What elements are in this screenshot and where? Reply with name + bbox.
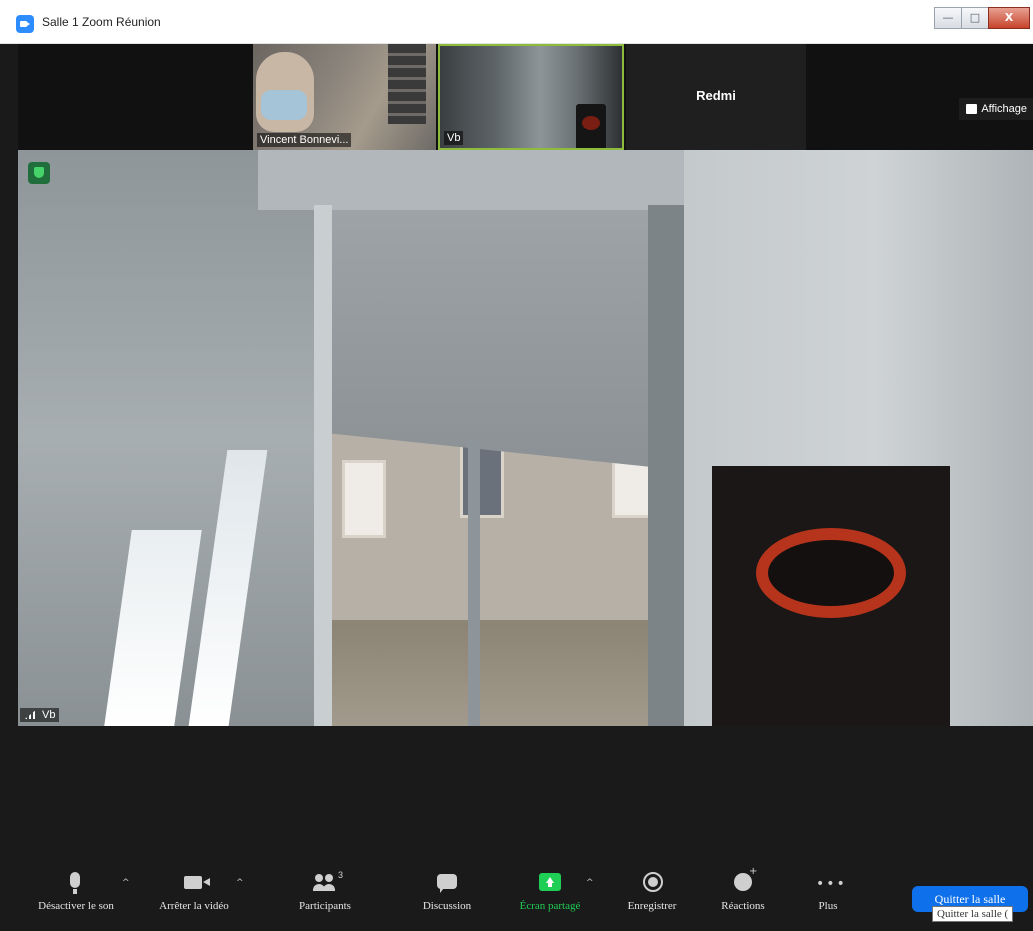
- empty-video-area: [18, 726, 1033, 856]
- close-icon: X: [1004, 11, 1014, 24]
- record-icon: [643, 872, 663, 892]
- reactions-label: Réactions: [721, 900, 765, 912]
- main-video: Vb: [18, 150, 1033, 726]
- maximize-icon: □: [969, 11, 981, 24]
- microphone-icon: [70, 872, 80, 894]
- signal-strength-icon: [25, 709, 37, 719]
- share-screen-icon: [539, 873, 561, 891]
- view-button-label: Affichage: [981, 103, 1027, 115]
- building-window: [342, 460, 386, 538]
- stop-video-button[interactable]: Arrêter la vidéo: [144, 870, 244, 926]
- maximize-button[interactable]: □: [961, 7, 989, 29]
- participant-name: Redmi: [696, 88, 736, 103]
- mute-label: Désactiver le son: [38, 900, 114, 912]
- participants-label: Participants: [299, 900, 351, 912]
- more-dots-icon: •••: [816, 876, 847, 892]
- record-label: Enregistrer: [627, 900, 677, 912]
- more-button[interactable]: ••• Plus: [808, 870, 848, 926]
- poster-eclipse: [756, 528, 906, 618]
- mute-icon-wrap: [56, 870, 96, 896]
- participant-name: Vincent Bonnevi...: [257, 133, 352, 147]
- grid-view-icon: [966, 104, 978, 114]
- participant-thumbnail-redmi[interactable]: Redmi: [626, 44, 806, 150]
- audio-options-chevron-up-icon[interactable]: ^: [122, 878, 130, 888]
- share-screen-button[interactable]: Écran partagé: [502, 870, 598, 926]
- minimize-icon: —: [942, 11, 954, 24]
- participant-face: [256, 52, 314, 132]
- background-shelf: [388, 44, 426, 124]
- active-speaker-label: Vb: [42, 709, 56, 721]
- chat-bubble-icon: [437, 874, 457, 893]
- title-bar: Salle 1 Zoom Réunion — □ X: [0, 0, 1033, 44]
- video-camera-icon: [184, 876, 210, 889]
- participant-name: Vb: [444, 131, 464, 145]
- building-window: [460, 440, 504, 518]
- face-mask: [261, 90, 307, 120]
- share-options-chevron-up-icon[interactable]: ^: [586, 878, 594, 888]
- video-window-frame: [314, 205, 332, 726]
- chat-icon-wrap: [427, 870, 467, 896]
- record-button[interactable]: Enregistrer: [610, 870, 694, 926]
- view-button[interactable]: Affichage: [959, 98, 1033, 120]
- zoom-app-icon: [16, 15, 34, 33]
- reactions-button[interactable]: Réactions: [704, 866, 782, 926]
- more-label: Plus: [818, 900, 838, 912]
- participant-thumbnail-vb[interactable]: Vb: [438, 44, 624, 150]
- active-speaker-name: Vb: [20, 708, 60, 722]
- share-icon-wrap: [530, 870, 570, 896]
- record-icon-wrap: [632, 870, 672, 896]
- video-options-chevron-up-icon[interactable]: ^: [236, 878, 244, 888]
- participants-icon: [313, 874, 337, 892]
- window-title: Salle 1 Zoom Réunion: [42, 15, 161, 29]
- zoom-window: Salle 1 Zoom Réunion — □ X Vincent Bonne…: [0, 0, 1033, 931]
- participants-button[interactable]: 3 Participants: [280, 870, 370, 926]
- share-screen-label: Écran partagé: [519, 900, 581, 912]
- chat-button[interactable]: Discussion: [404, 870, 490, 926]
- participants-icon-wrap: 3: [305, 870, 345, 896]
- reactions-icon-wrap: [723, 866, 763, 896]
- video-roller-blind: [332, 210, 680, 470]
- encryption-shield-icon[interactable]: [28, 162, 50, 184]
- window-controls: — □ X: [934, 7, 1030, 29]
- video-window-frame: [648, 205, 684, 726]
- meeting-toolbar: Désactiver le son ^ Arrêter la vidéo ^ 3…: [18, 856, 1033, 931]
- participant-thumbnail-vincent[interactable]: Vincent Bonnevi...: [253, 44, 436, 150]
- participants-count: 3: [338, 870, 344, 880]
- mute-button[interactable]: Désactiver le son: [30, 870, 122, 926]
- video-pole: [468, 440, 480, 726]
- stop-video-label: Arrêter la vidéo: [159, 900, 229, 912]
- minimize-button[interactable]: —: [934, 7, 962, 29]
- more-icon-wrap: •••: [808, 870, 848, 896]
- close-button[interactable]: X: [988, 7, 1030, 29]
- video-icon-wrap: [174, 870, 214, 896]
- emoji-reaction-icon: [734, 866, 757, 891]
- leave-room-tooltip: Quitter la salle (: [932, 906, 1014, 922]
- chat-label: Discussion: [422, 900, 472, 912]
- phone-screen-thumbnail: [576, 104, 606, 148]
- video-poster: [712, 466, 950, 726]
- gallery-strip: Vincent Bonnevi... Vb Redmi Affichage: [18, 44, 1033, 150]
